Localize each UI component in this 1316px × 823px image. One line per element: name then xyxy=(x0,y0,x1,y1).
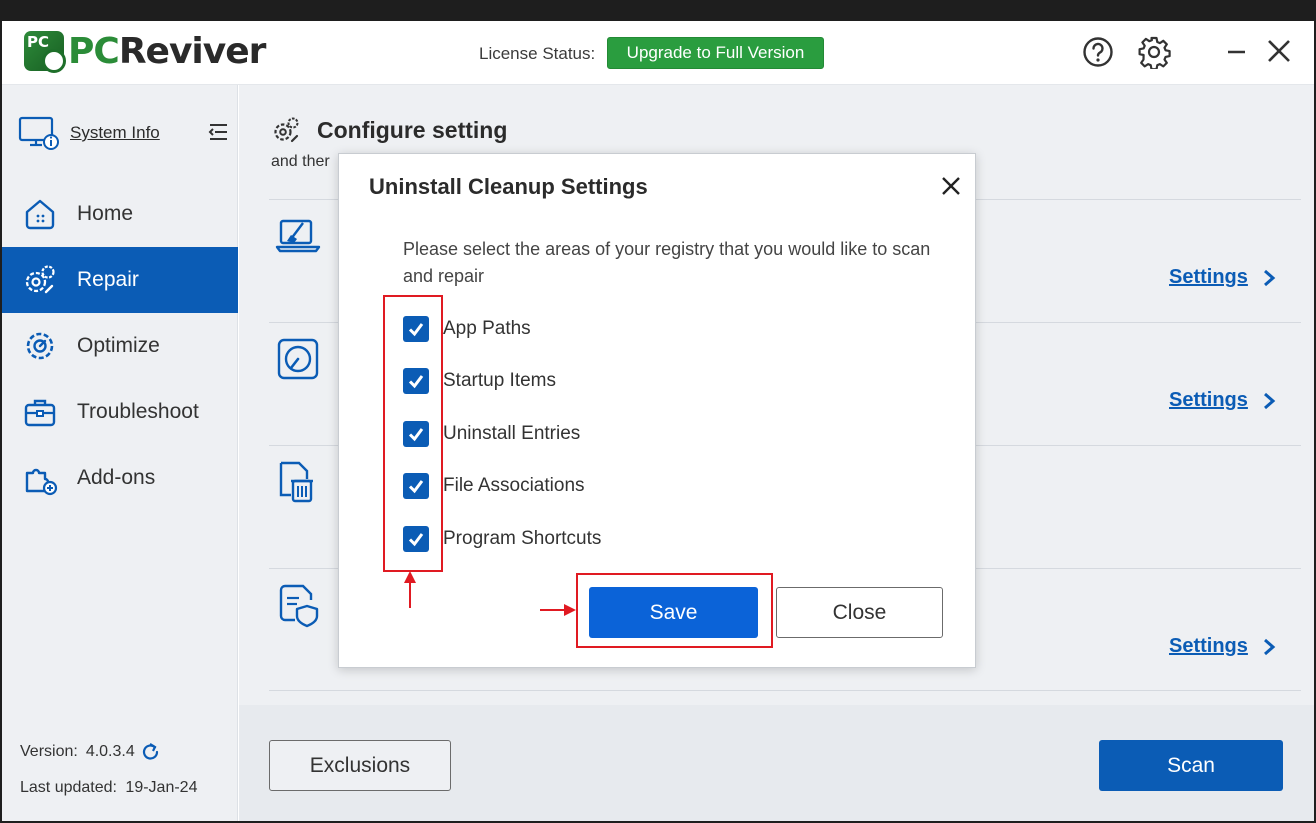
collapse-menu-icon[interactable] xyxy=(207,121,229,143)
help-icon[interactable] xyxy=(1081,35,1115,69)
last-updated-value: 19-Jan-24 xyxy=(125,779,198,796)
system-info-label: System Info xyxy=(70,123,160,142)
home-icon xyxy=(25,199,55,230)
minimize-icon[interactable] xyxy=(1221,35,1255,69)
sidebar-item-label: Optimize xyxy=(77,334,160,357)
sidebar-item-home[interactable]: Home xyxy=(2,181,238,247)
settings-link-4[interactable]: Settings xyxy=(1169,635,1276,658)
checkbox-highlight-box xyxy=(383,295,443,572)
save-highlight-box xyxy=(576,573,773,648)
exclusions-button[interactable]: Exclusions xyxy=(269,740,451,791)
option-label: App Paths xyxy=(443,318,531,339)
close-button[interactable]: Close xyxy=(776,587,943,638)
option-label: Uninstall Entries xyxy=(443,423,581,444)
sidebar-item-repair[interactable]: Repair xyxy=(2,247,238,313)
sidebar-item-troubleshoot[interactable]: Troubleshoot xyxy=(2,379,238,445)
sidebar-item-optimize[interactable]: Optimize xyxy=(2,313,238,379)
repair-gears-icon xyxy=(25,265,55,294)
page-title: Configure setting xyxy=(317,117,508,143)
monitor-info-icon xyxy=(18,116,59,150)
arrow-right-annotation-icon xyxy=(540,604,576,616)
license-status-label: License Status: xyxy=(479,44,596,63)
dialog-close-icon[interactable] xyxy=(939,174,963,198)
uninstall-file-icon xyxy=(279,461,313,503)
logo-reviver-text: Reviver xyxy=(118,30,267,72)
row-divider xyxy=(269,690,1301,691)
page-subtitle: and ther xyxy=(271,153,330,170)
disk-icon xyxy=(277,338,319,380)
version-value: 4.0.3.4 xyxy=(85,743,135,760)
sidebar-item-label: Home xyxy=(77,202,134,225)
option-label: Startup Items xyxy=(443,370,556,391)
logo-badge-icon: PC xyxy=(24,31,66,73)
scan-button[interactable]: Scan xyxy=(1099,740,1283,791)
option-label: Program Shortcuts xyxy=(443,528,602,549)
sidebar-item-label: Add-ons xyxy=(77,466,156,489)
puzzle-icon xyxy=(25,468,58,496)
chevron-right-icon xyxy=(1263,392,1276,409)
optimize-gear-icon xyxy=(26,332,54,360)
version-info: Version: 4.0.3.4 xyxy=(20,741,162,763)
toolbox-icon xyxy=(24,399,56,427)
app-header: PC PCReviver License Status: Upgrade to … xyxy=(2,21,1314,85)
laptop-cleanup-icon xyxy=(275,219,321,253)
upgrade-button[interactable]: Upgrade to Full Version xyxy=(607,37,824,69)
sidebar: System Info Home Repair Optimize Trouble… xyxy=(2,85,238,821)
shield-document-icon xyxy=(279,584,319,628)
logo-pc-text: PC xyxy=(68,30,120,72)
version-label: Version: xyxy=(20,743,78,760)
sidebar-item-label: Repair xyxy=(77,268,139,291)
chevron-right-icon xyxy=(1263,638,1276,655)
pcreviver-logo: PC PCReviver xyxy=(24,30,267,73)
settings-gear-icon[interactable] xyxy=(1137,35,1171,69)
settings-link-1[interactable]: Settings xyxy=(1169,266,1276,289)
option-label: File Associations xyxy=(443,475,585,496)
dialog-description: Please select the areas of your registry… xyxy=(403,239,931,286)
last-updated-label: Last updated: xyxy=(20,779,117,796)
sidebar-item-add-ons[interactable]: Add-ons xyxy=(2,445,238,511)
close-window-icon[interactable] xyxy=(1262,35,1296,69)
window-top-strip xyxy=(0,0,1316,21)
arrow-up-annotation-icon xyxy=(404,571,416,608)
last-updated-info: Last updated: 19-Jan-24 xyxy=(20,779,197,797)
sidebar-item-label: Troubleshoot xyxy=(77,400,199,423)
settings-link-2[interactable]: Settings xyxy=(1169,389,1276,412)
configure-gears-icon xyxy=(274,117,299,143)
chevron-right-icon xyxy=(1263,269,1276,286)
dialog-title: Uninstall Cleanup Settings xyxy=(369,174,648,199)
system-info-link[interactable]: System Info xyxy=(18,115,160,151)
refresh-icon[interactable] xyxy=(140,741,162,763)
